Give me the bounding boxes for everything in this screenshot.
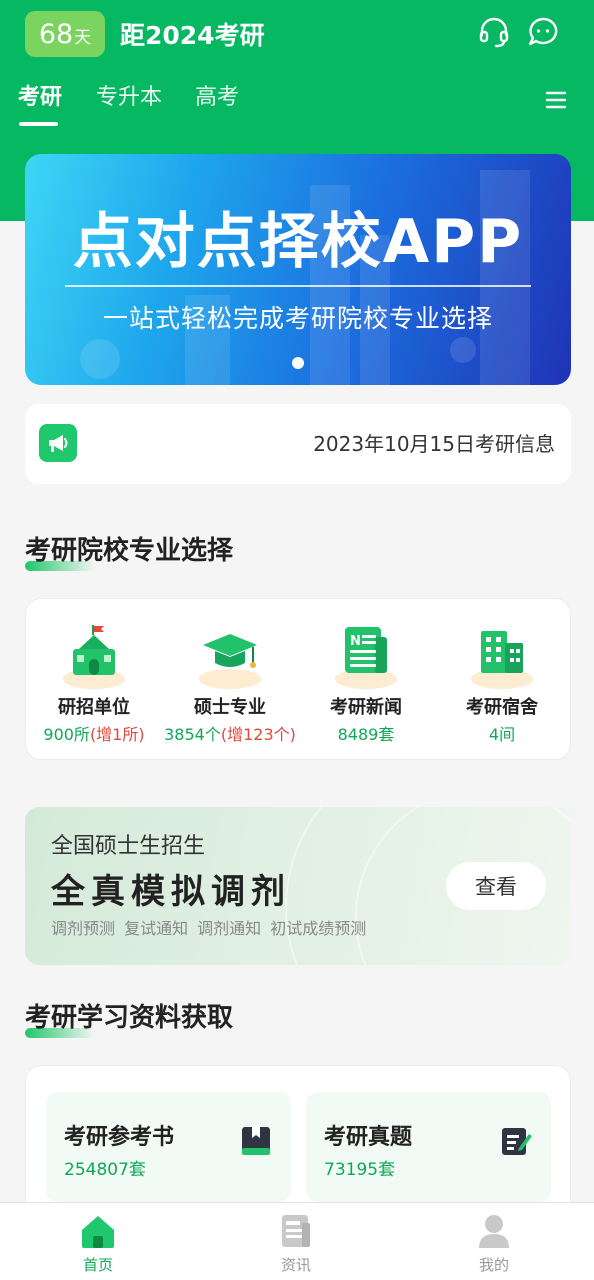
feature-count: 4间 xyxy=(488,725,516,744)
banner-subtitle: 一站式轻松完成考研院校专业选择 xyxy=(102,304,493,333)
category-tabs: 考研 专升本 高考 xyxy=(0,80,594,130)
message-icon[interactable] xyxy=(525,14,561,50)
active-tab-indicator xyxy=(19,122,58,126)
feature-name: 考研宿舍 xyxy=(466,697,538,718)
feature-value: 8489套 xyxy=(298,723,434,747)
feature-count: 3854个 xyxy=(164,725,221,744)
mock-adjustment-banner[interactable]: 全国硕士生招生 全真模拟调剂 调剂预测 复试通知 调剂通知 初试成绩预测 查看 xyxy=(25,807,571,965)
nav-home[interactable]: 首页 xyxy=(48,1211,148,1276)
school-feature-card: 研招单位 900所(增1所) 硕士专业 3854个(增123个) N 考研新闻 … xyxy=(25,598,571,760)
mock-title: 全真模拟调剂 xyxy=(51,872,291,912)
section-title-school: 考研院校专业选择 xyxy=(25,536,234,566)
feature-dormitory[interactable]: 考研宿舍 4间 xyxy=(434,623,570,747)
graduation-cap-icon xyxy=(195,623,265,689)
feature-count: 900所 xyxy=(43,725,90,744)
home-icon xyxy=(78,1211,118,1251)
news-icon xyxy=(276,1211,316,1251)
feature-value: 900所(增1所) xyxy=(26,723,162,747)
carousel-indicator xyxy=(292,357,304,369)
feature-school[interactable]: 研招单位 900所(增1所) xyxy=(26,623,162,747)
edit-paper-icon xyxy=(499,1124,533,1158)
feature-count: 8489套 xyxy=(337,725,395,744)
banner-bubble xyxy=(80,339,120,379)
svg-text:N: N xyxy=(350,634,361,649)
banner-divider xyxy=(65,285,531,287)
school-icon xyxy=(59,623,129,689)
section-title-materials: 考研学习资料获取 xyxy=(25,1003,234,1033)
countdown-number: 68 xyxy=(38,19,74,50)
countdown-badge: 68 天 xyxy=(25,11,105,57)
customer-service-icon[interactable] xyxy=(476,14,512,50)
material-count: 73195套 xyxy=(324,1160,396,1180)
banner-bubble xyxy=(450,337,476,363)
mock-subtitle: 全国硕士生招生 xyxy=(51,834,206,859)
tab-zhuanshengben[interactable]: 专升本 xyxy=(96,80,162,116)
feature-value: 3854个(增123个) xyxy=(162,723,298,747)
user-icon xyxy=(474,1211,514,1251)
book-icon xyxy=(239,1124,273,1158)
material-past-exams[interactable]: 考研真题 73195套 xyxy=(306,1092,551,1202)
exam-countdown-title: 距2024考研 xyxy=(120,21,265,50)
feature-value: 4间 xyxy=(434,723,570,747)
material-name: 考研参考书 xyxy=(64,1125,175,1150)
feature-increase: (增1所) xyxy=(89,725,145,744)
material-reference-books[interactable]: 考研参考书 254807套 xyxy=(46,1092,291,1202)
feature-major[interactable]: 硕士专业 3854个(增123个) xyxy=(162,623,298,747)
tab-kaoyan[interactable]: 考研 xyxy=(18,80,62,116)
countdown-unit: 天 xyxy=(74,28,92,48)
materials-card: 考研参考书 254807套 考研真题 73195套 xyxy=(25,1065,571,1225)
notice-bar[interactable]: 2023年10月15日考研信息 xyxy=(25,404,571,484)
nav-label: 资讯 xyxy=(280,1256,311,1274)
feature-news[interactable]: N 考研新闻 8489套 xyxy=(298,623,434,747)
view-button[interactable]: 查看 xyxy=(446,862,546,910)
material-name: 考研真题 xyxy=(324,1125,413,1150)
feature-increase: (增123个) xyxy=(220,725,296,744)
feature-name: 硕士专业 xyxy=(194,697,266,718)
banner-title: 点对点择校APP xyxy=(72,207,524,277)
nav-label: 首页 xyxy=(82,1256,113,1274)
megaphone-icon xyxy=(39,424,77,462)
feature-name: 考研新闻 xyxy=(330,697,402,718)
nav-news[interactable]: 资讯 xyxy=(246,1211,346,1276)
promo-banner[interactable]: 点对点择校APP 一站式轻松完成考研院校专业选择 xyxy=(25,154,571,385)
bottom-navigation: 首页 资讯 我的 xyxy=(0,1202,594,1280)
nav-profile[interactable]: 我的 xyxy=(444,1211,544,1276)
feature-name: 研招单位 xyxy=(58,697,130,718)
menu-icon[interactable] xyxy=(544,88,568,112)
notice-text: 2023年10月15日考研信息 xyxy=(313,432,555,456)
dormitory-icon xyxy=(467,623,537,689)
nav-label: 我的 xyxy=(478,1256,509,1274)
mock-tags: 调剂预测 复试通知 调剂通知 初试成绩预测 xyxy=(51,919,367,938)
tab-gaokao[interactable]: 高考 xyxy=(195,80,239,116)
material-count: 254807套 xyxy=(64,1160,146,1180)
newspaper-icon: N xyxy=(331,623,401,689)
